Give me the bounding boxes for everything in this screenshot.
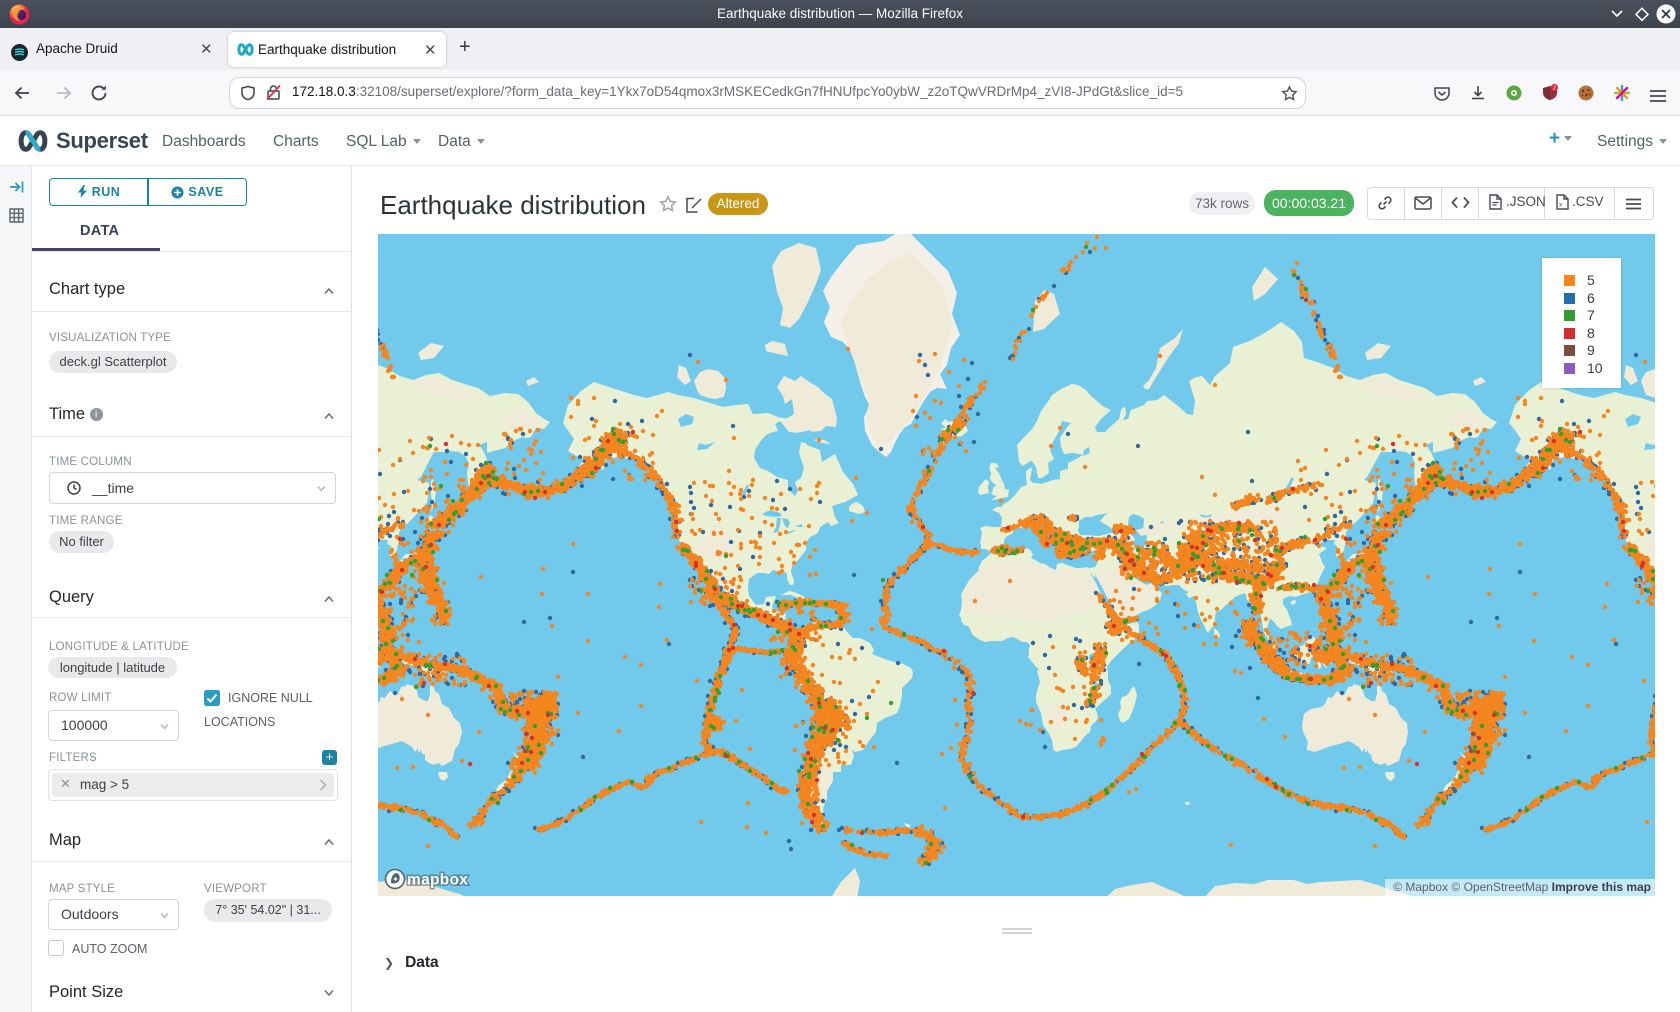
- svg-text:x: x: [1559, 202, 1563, 209]
- svg-text:mapbox: mapbox: [407, 872, 468, 889]
- svg-text:2: 2: [1553, 86, 1556, 92]
